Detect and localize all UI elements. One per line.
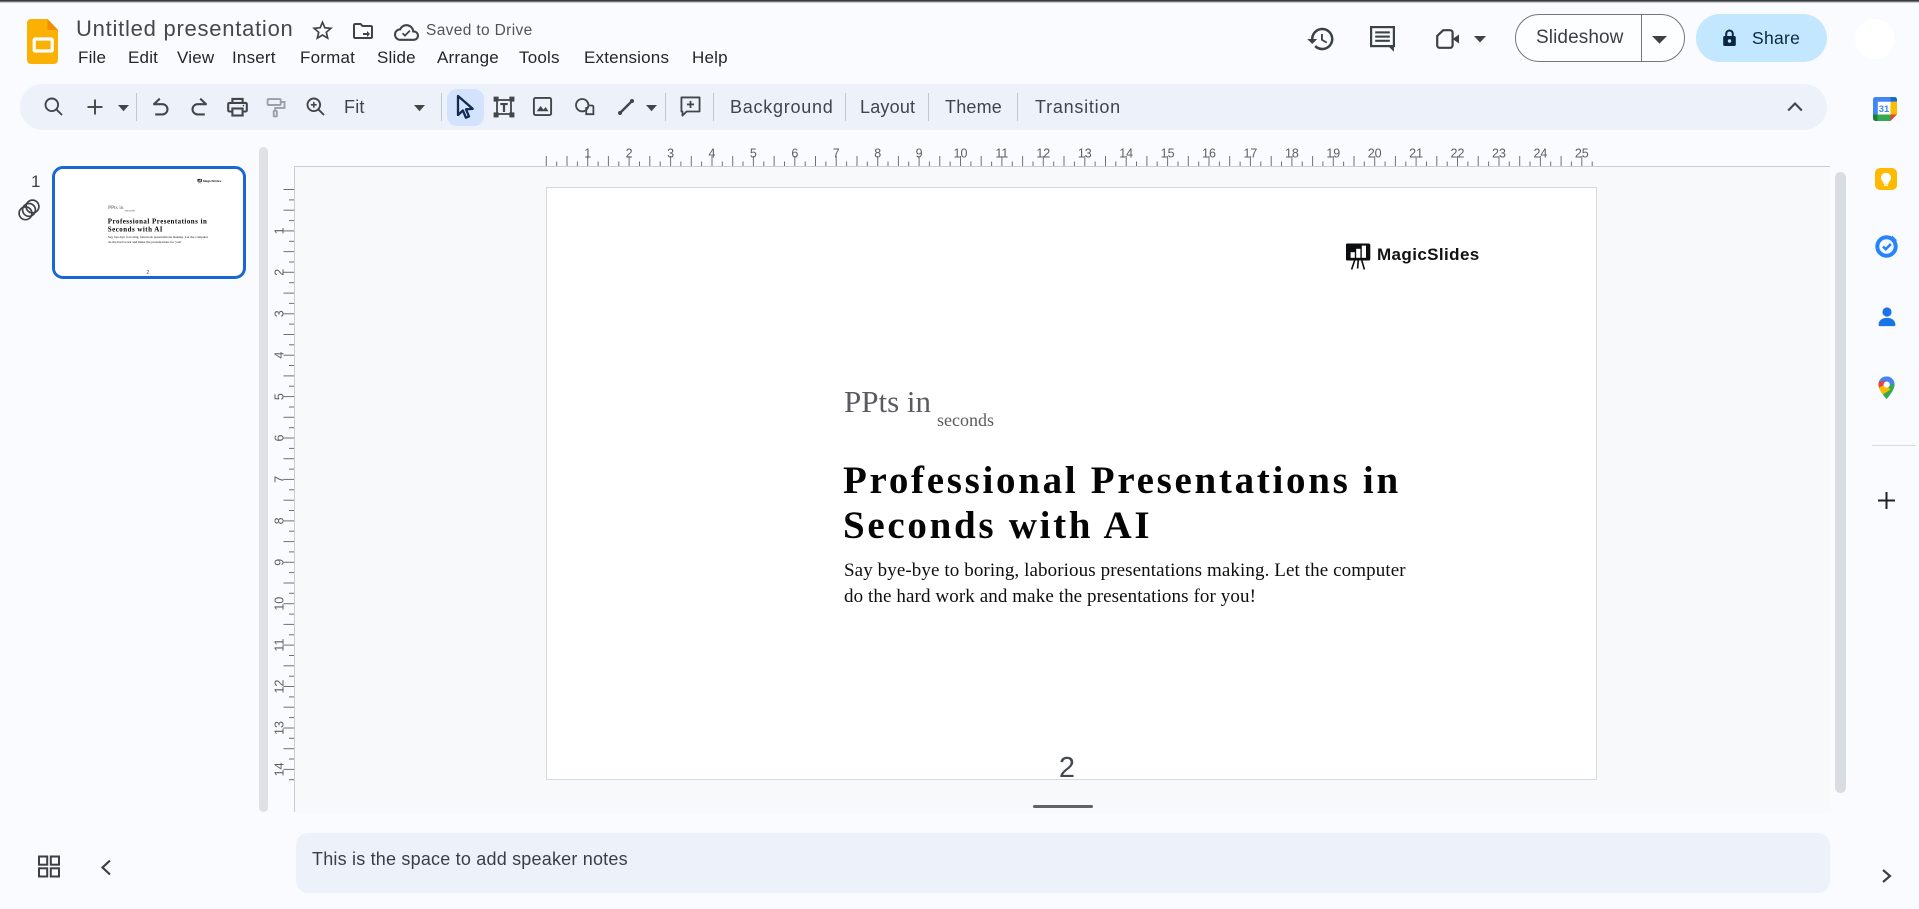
svg-text:17: 17	[1243, 147, 1257, 161]
svg-text:8: 8	[874, 147, 881, 161]
svg-text:31: 31	[1879, 104, 1890, 115]
svg-text:25: 25	[1575, 147, 1589, 161]
svg-text:20: 20	[1368, 147, 1382, 161]
svg-text:2: 2	[626, 147, 633, 161]
svg-text:1: 1	[584, 147, 591, 161]
svg-text:13: 13	[273, 721, 287, 735]
svg-text:18: 18	[1285, 147, 1299, 161]
svg-text:11: 11	[273, 639, 287, 652]
svg-text:5: 5	[750, 147, 757, 161]
svg-text:13: 13	[1078, 147, 1092, 161]
svg-text:1: 1	[273, 227, 287, 234]
svg-text:4: 4	[273, 352, 287, 359]
svg-text:21: 21	[1409, 147, 1423, 161]
svg-text:23: 23	[1492, 147, 1506, 161]
svg-text:7: 7	[273, 476, 287, 483]
svg-text:3: 3	[273, 310, 287, 317]
svg-text:10: 10	[273, 597, 287, 611]
svg-text:6: 6	[791, 147, 798, 161]
svg-text:14: 14	[273, 762, 287, 776]
svg-text:14: 14	[1119, 147, 1133, 161]
svg-text:5: 5	[273, 393, 287, 400]
svg-text:6: 6	[273, 434, 287, 441]
svg-text:12: 12	[1036, 147, 1050, 161]
svg-text:11: 11	[995, 147, 1008, 161]
svg-text:8: 8	[273, 517, 287, 524]
svg-text:19: 19	[1326, 147, 1340, 161]
svg-text:9: 9	[273, 559, 287, 566]
svg-text:15: 15	[1161, 147, 1175, 161]
svg-text:7: 7	[833, 147, 840, 161]
svg-text:3: 3	[667, 147, 674, 161]
svg-text:9: 9	[916, 147, 923, 161]
svg-text:10: 10	[954, 147, 968, 161]
svg-text:4: 4	[709, 147, 716, 161]
svg-text:16: 16	[1202, 147, 1216, 161]
svg-text:2: 2	[273, 269, 287, 276]
svg-text:22: 22	[1451, 147, 1465, 161]
svg-text:12: 12	[273, 680, 287, 694]
svg-text:24: 24	[1533, 147, 1547, 161]
